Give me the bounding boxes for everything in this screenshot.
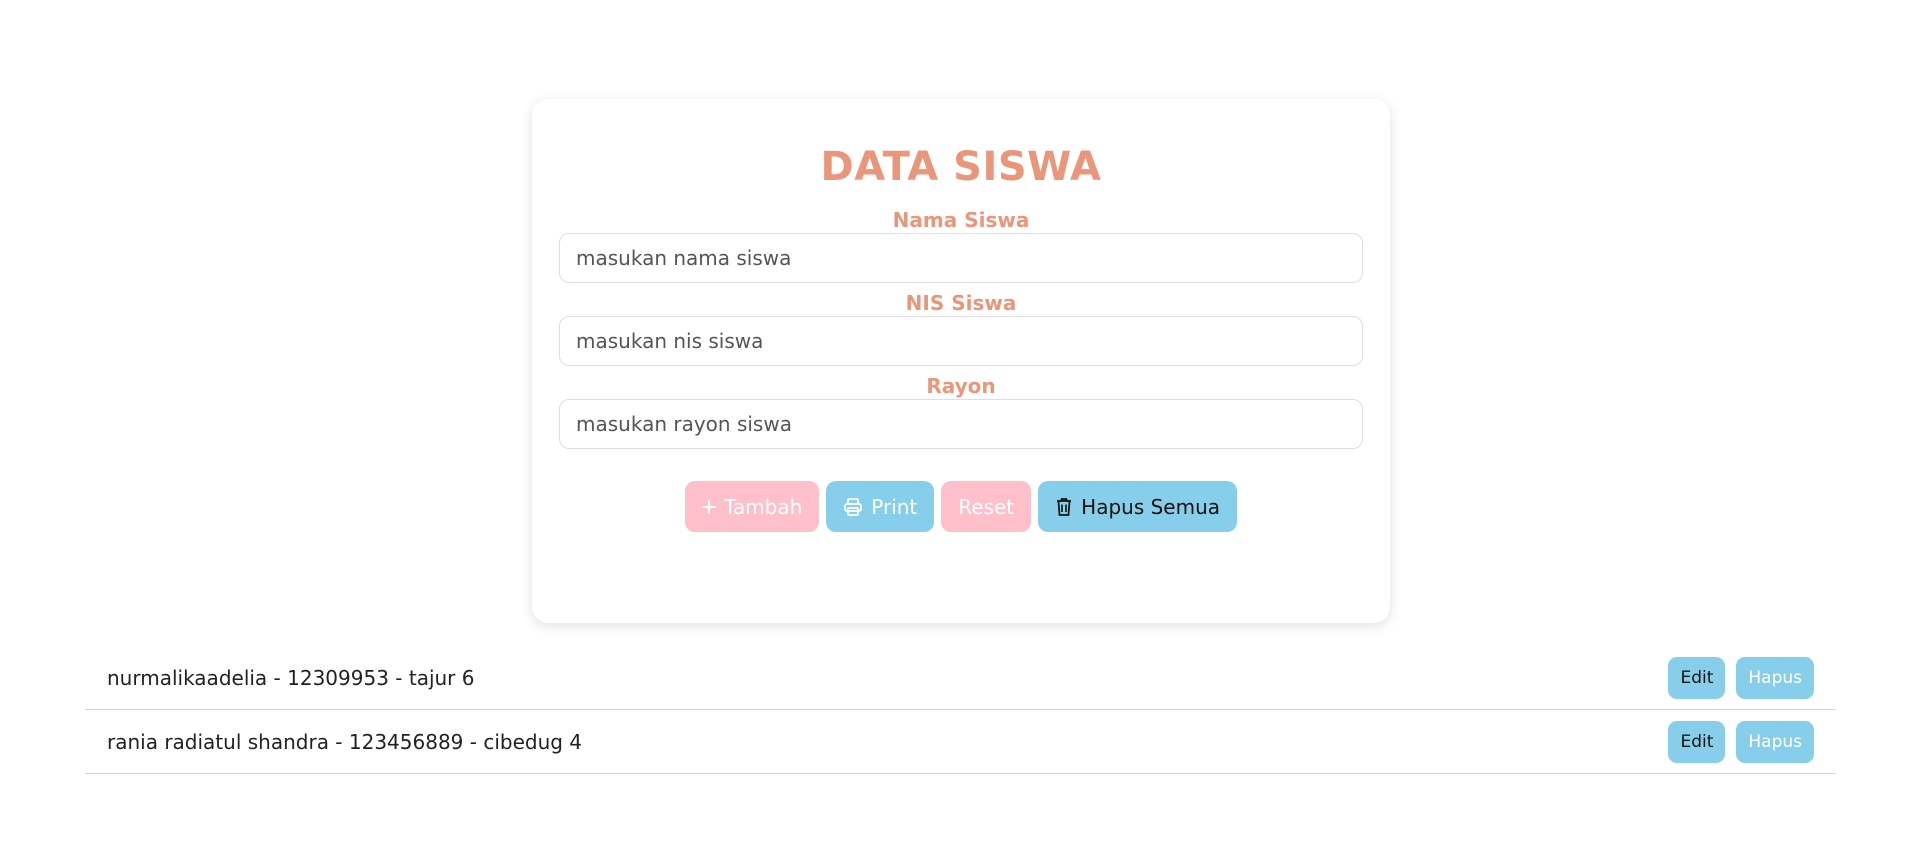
nis-field-group: NIS Siswa <box>559 291 1363 366</box>
hapus-semua-label: Hapus Semua <box>1081 494 1221 519</box>
hapus-semua-button[interactable]: Hapus Semua <box>1038 481 1238 532</box>
rayon-input[interactable] <box>559 399 1363 449</box>
tambah-button[interactable]: Tambah <box>684 481 820 532</box>
hapus-button[interactable]: Hapus <box>1736 656 1814 699</box>
nis-input[interactable] <box>559 316 1363 366</box>
list-item: nurmalikaadelia - 12309953 - tajur 6 Edi… <box>85 646 1836 710</box>
print-label: Print <box>871 494 918 519</box>
list-item: rania radiatul shandra - 123456889 - cib… <box>85 710 1836 774</box>
printer-icon <box>843 497 863 517</box>
list-item-text: rania radiatul shandra - 123456889 - cib… <box>107 729 583 754</box>
nama-input[interactable] <box>559 233 1363 283</box>
nis-label: NIS Siswa <box>905 291 1017 315</box>
reset-button[interactable]: Reset <box>941 481 1032 532</box>
rayon-label: Rayon <box>926 374 996 398</box>
page-title: DATA SISWA <box>820 144 1102 190</box>
tambah-label: Tambah <box>723 494 803 519</box>
form-actions: Tambah Print Reset Hapus Semua <box>559 481 1363 532</box>
student-list: nurmalikaadelia - 12309953 - tajur 6 Edi… <box>85 646 1836 774</box>
reset-label: Reset <box>958 494 1015 519</box>
list-item-actions: Edit Hapus <box>1668 720 1814 763</box>
list-item-text: nurmalikaadelia - 12309953 - tajur 6 <box>107 665 475 690</box>
hapus-button[interactable]: Hapus <box>1736 720 1814 763</box>
trash-icon <box>1055 497 1073 517</box>
edit-button[interactable]: Edit <box>1668 720 1726 763</box>
list-item-actions: Edit Hapus <box>1668 656 1814 699</box>
nama-field-group: Nama Siswa <box>559 208 1363 283</box>
rayon-field-group: Rayon <box>559 374 1363 449</box>
nama-label: Nama Siswa <box>892 208 1030 232</box>
student-form-card: DATA SISWA Nama Siswa NIS Siswa Rayon Ta… <box>532 99 1390 623</box>
plus-icon <box>701 499 716 514</box>
edit-button[interactable]: Edit <box>1668 656 1726 699</box>
print-button[interactable]: Print <box>826 481 935 532</box>
